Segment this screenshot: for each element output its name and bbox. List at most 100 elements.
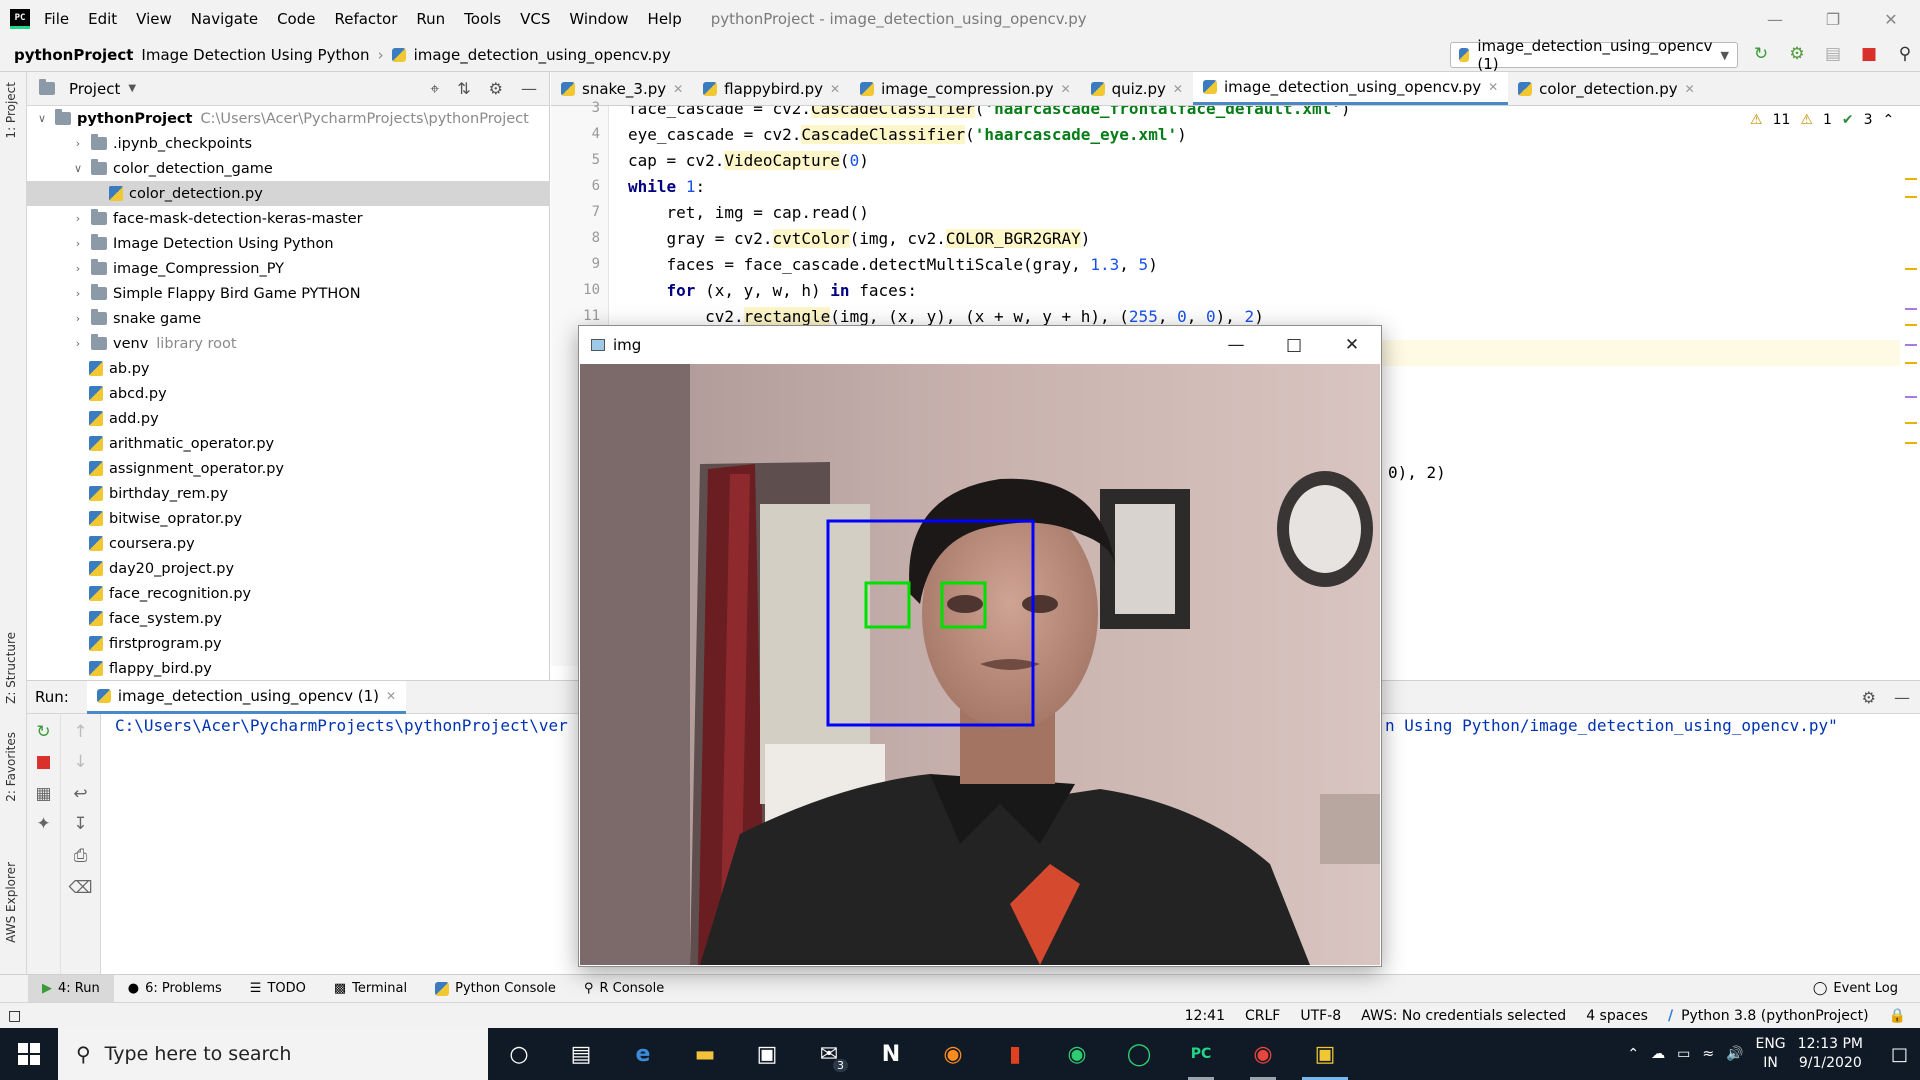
tree-folder-item[interactable]: › snake game [27, 306, 550, 331]
tab-todo[interactable]: ☰ TODO [236, 975, 320, 1003]
soft-wrap-icon[interactable]: ↩ [61, 784, 100, 804]
typo-marker[interactable] [1905, 344, 1917, 346]
maps-app-icon[interactable]: ◉ [1046, 1028, 1108, 1080]
tree-file-item[interactable]: bitwise_oprator.py [27, 506, 550, 531]
image-window-titlebar[interactable]: img — □ ✕ [579, 326, 1381, 364]
close-icon[interactable]: ✕ [1061, 82, 1071, 96]
volume-icon[interactable]: 🔊 [1726, 1046, 1743, 1062]
opencv-image-window[interactable]: img — □ ✕ [578, 325, 1382, 967]
menu-code[interactable]: Code [277, 10, 315, 28]
event-log-button[interactable]: ◯ Event Log [1813, 974, 1898, 1002]
close-icon[interactable]: ✕ [1685, 82, 1695, 96]
hide-panel-icon[interactable]: — [521, 79, 537, 99]
typo-marker[interactable] [1905, 308, 1917, 310]
tree-file-item[interactable]: color_detection.py [27, 181, 550, 206]
editor-tab[interactable]: image_detection_using_opencv.py ✕ [1192, 72, 1509, 105]
layout-icon[interactable]: ▦ [27, 784, 60, 804]
tree-root[interactable]: ∨ pythonProject C:\Users\Acer\PycharmPro… [27, 106, 550, 131]
tab-run[interactable]: ▶ 4: Run [28, 974, 114, 1003]
close-icon[interactable]: ✕ [1173, 82, 1183, 96]
warning-marker[interactable] [1905, 268, 1917, 270]
chevron-up-icon[interactable]: ⌃ [1627, 1046, 1639, 1062]
start-button[interactable] [0, 1028, 58, 1080]
toggle-tool-windows-icon[interactable]: □ [8, 1008, 21, 1024]
tab-r-console[interactable]: ⚲ R Console [570, 975, 678, 1003]
maximize-icon[interactable]: □ [1265, 326, 1323, 364]
print-icon[interactable]: ⎙ [61, 846, 100, 866]
menu-run[interactable]: Run [416, 10, 445, 28]
tree-file-item[interactable]: birthday_rem.py [27, 481, 550, 506]
warning-marker[interactable] [1905, 178, 1917, 180]
tab-terminal[interactable]: ▩ Terminal [320, 975, 421, 1003]
tree-file-item[interactable]: flappy_bird.py [27, 656, 550, 681]
menu-tools[interactable]: Tools [464, 10, 501, 28]
close-icon[interactable]: ✕ [830, 82, 840, 96]
chevron-up-icon[interactable]: ⌃ [1883, 112, 1895, 128]
chevron-right-icon[interactable]: › [71, 337, 85, 350]
file-explorer-icon[interactable]: ▬ [674, 1028, 736, 1080]
input-language[interactable]: ENG IN [1755, 1035, 1785, 1073]
chevron-down-icon[interactable]: ∨ [71, 162, 85, 175]
hide-panel-icon[interactable]: — [1894, 688, 1910, 707]
gear-icon[interactable]: ⚙ [489, 79, 503, 99]
stop-icon[interactable]: ■ [27, 752, 60, 772]
tree-file-item[interactable]: face_recognition.py [27, 581, 550, 606]
menu-edit[interactable]: Edit [88, 10, 117, 28]
rerun-icon[interactable]: ↻ [27, 722, 60, 742]
file-encoding[interactable]: UTF-8 [1300, 1008, 1341, 1024]
menu-view[interactable]: View [136, 10, 172, 28]
menu-help[interactable]: Help [648, 10, 682, 28]
arrow-down-icon[interactable]: ↓ [61, 752, 100, 772]
tree-file-item[interactable]: coursera.py [27, 531, 550, 556]
warning-marker[interactable] [1905, 422, 1917, 424]
office-icon[interactable]: ▮ [984, 1028, 1046, 1080]
chevron-right-icon[interactable]: › [71, 237, 85, 250]
warning-marker[interactable] [1905, 196, 1917, 198]
menu-refactor[interactable]: Refactor [334, 10, 397, 28]
breadcrumb-project[interactable]: pythonProject [14, 46, 133, 64]
lock-icon[interactable]: 🔒 [1889, 1008, 1906, 1024]
clock[interactable]: 12:13 PM 9/1/2020 [1798, 1035, 1863, 1073]
tree-file-item[interactable]: assignment_operator.py [27, 456, 550, 481]
search-everywhere-icon[interactable]: ⚲ [1894, 42, 1916, 66]
tree-folder-item[interactable]: › venv library root [27, 331, 550, 356]
stop-icon[interactable]: ■ [1858, 42, 1880, 66]
close-icon[interactable]: ✕ [1862, 0, 1920, 38]
line-separator[interactable]: CRLF [1245, 1008, 1280, 1024]
tree-file-item[interactable]: face_system.py [27, 606, 550, 631]
warning-marker[interactable] [1905, 442, 1917, 444]
mail-icon[interactable]: ✉ 3 [798, 1028, 860, 1080]
close-icon[interactable]: ✕ [1323, 326, 1381, 364]
editor-tab[interactable]: color_detection.py ✕ [1508, 72, 1705, 105]
debug-icon[interactable]: ⚙ [1786, 42, 1808, 66]
chevron-down-icon[interactable]: ▼ [128, 83, 136, 94]
typo-marker[interactable] [1905, 396, 1917, 398]
restore-icon[interactable]: ❐ [1804, 0, 1862, 38]
chrome-icon[interactable]: ◉ [1232, 1028, 1294, 1080]
run-tab[interactable]: image_detection_using_opencv (1) ✕ [86, 680, 407, 714]
tab-python-console[interactable]: Python Console [421, 975, 570, 1003]
tab-problems[interactable]: ● 6: Problems [114, 975, 236, 1003]
trash-icon[interactable]: ⌫ [61, 878, 100, 898]
menu-navigate[interactable]: Navigate [191, 10, 258, 28]
python-app-icon[interactable]: ▣ [1294, 1028, 1356, 1080]
indent-setting[interactable]: 4 spaces [1586, 1008, 1648, 1024]
tree-file-item[interactable]: add.py [27, 406, 550, 431]
error-stripe[interactable] [1900, 106, 1920, 666]
wifi-icon[interactable]: ≈ [1702, 1046, 1714, 1062]
chevron-down-icon[interactable]: ∨ [35, 112, 49, 125]
aws-credentials[interactable]: AWS: No credentials selected [1361, 1008, 1566, 1024]
collapse-all-icon[interactable]: ⇅ [457, 79, 470, 99]
inspection-widget[interactable]: ⚠11 ⚠1 ✔3 ⌃ ⌄ [1750, 112, 1916, 128]
project-panel-title[interactable]: Project [69, 80, 120, 98]
store-icon[interactable]: ▣ [736, 1028, 798, 1080]
project-tool-tab[interactable]: 1: Project [4, 82, 18, 139]
cortana-icon[interactable]: ○ [488, 1028, 550, 1080]
notion-icon[interactable]: N [860, 1028, 922, 1080]
menu-vcs[interactable]: VCS [520, 10, 550, 28]
caret-position[interactable]: 12:41 [1185, 1008, 1225, 1024]
breadcrumb-folder[interactable]: Image Detection Using Python [141, 46, 369, 64]
arrow-up-icon[interactable]: ↑ [61, 722, 100, 742]
tree-folder-item[interactable]: › .ipynb_checkpoints [27, 131, 550, 156]
warning-marker[interactable] [1905, 362, 1917, 364]
